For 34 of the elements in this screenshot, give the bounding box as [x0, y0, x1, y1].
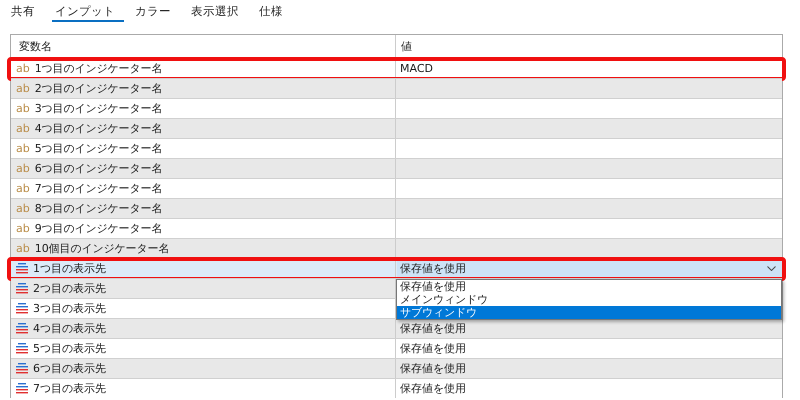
column-header: 変数名	[18, 39, 53, 55]
text-type-icon: ab	[16, 222, 30, 235]
value-text: 保存値を使用	[400, 321, 466, 336]
value-text: MACD	[400, 62, 433, 75]
text-type-icon: ab	[16, 182, 30, 195]
variable-name: 5つ目の表示先	[33, 341, 106, 356]
variable-name: 8つ目のインジケーター名	[34, 201, 163, 216]
text-type-icon: ab	[16, 242, 30, 255]
value-text: 保存値を使用	[400, 381, 466, 396]
variable-name: 1つ目のインジケーター名	[34, 61, 163, 76]
text-type-icon: ab	[16, 202, 30, 215]
text-type-icon: ab	[16, 62, 30, 75]
variable-name: 6つ目のインジケーター名	[34, 161, 163, 176]
text-type-icon: ab	[16, 82, 30, 95]
text-type-icon: ab	[16, 162, 30, 175]
variable-name: 1つ目の表示先	[33, 261, 106, 276]
variable-name: 9つ目のインジケーター名	[34, 221, 163, 236]
text-type-icon: ab	[16, 142, 30, 155]
variable-name: 4つ目のインジケーター名	[34, 121, 163, 136]
variable-name: 7つ目のインジケーター名	[34, 181, 163, 196]
text-type-icon: ab	[16, 122, 30, 135]
text-type-icon: ab	[16, 102, 30, 115]
variable-name: 6つ目の表示先	[33, 361, 106, 376]
variable-name: 2つ目のインジケーター名	[34, 81, 163, 96]
variable-name: 10個目のインジケーター名	[34, 241, 170, 256]
column-header: 値	[395, 35, 782, 58]
value-text: 保存値を使用	[400, 341, 466, 356]
variable-name: 3つ目のインジケーター名	[34, 101, 163, 116]
variable-name: 3つ目の表示先	[33, 301, 106, 316]
variable-name: 2つ目の表示先	[33, 281, 106, 296]
variable-name: 7つ目の表示先	[33, 381, 106, 396]
variable-name: 5つ目のインジケーター名	[34, 141, 163, 156]
variable-name: 4つ目の表示先	[33, 321, 106, 336]
value-text: 保存値を使用	[400, 361, 466, 376]
